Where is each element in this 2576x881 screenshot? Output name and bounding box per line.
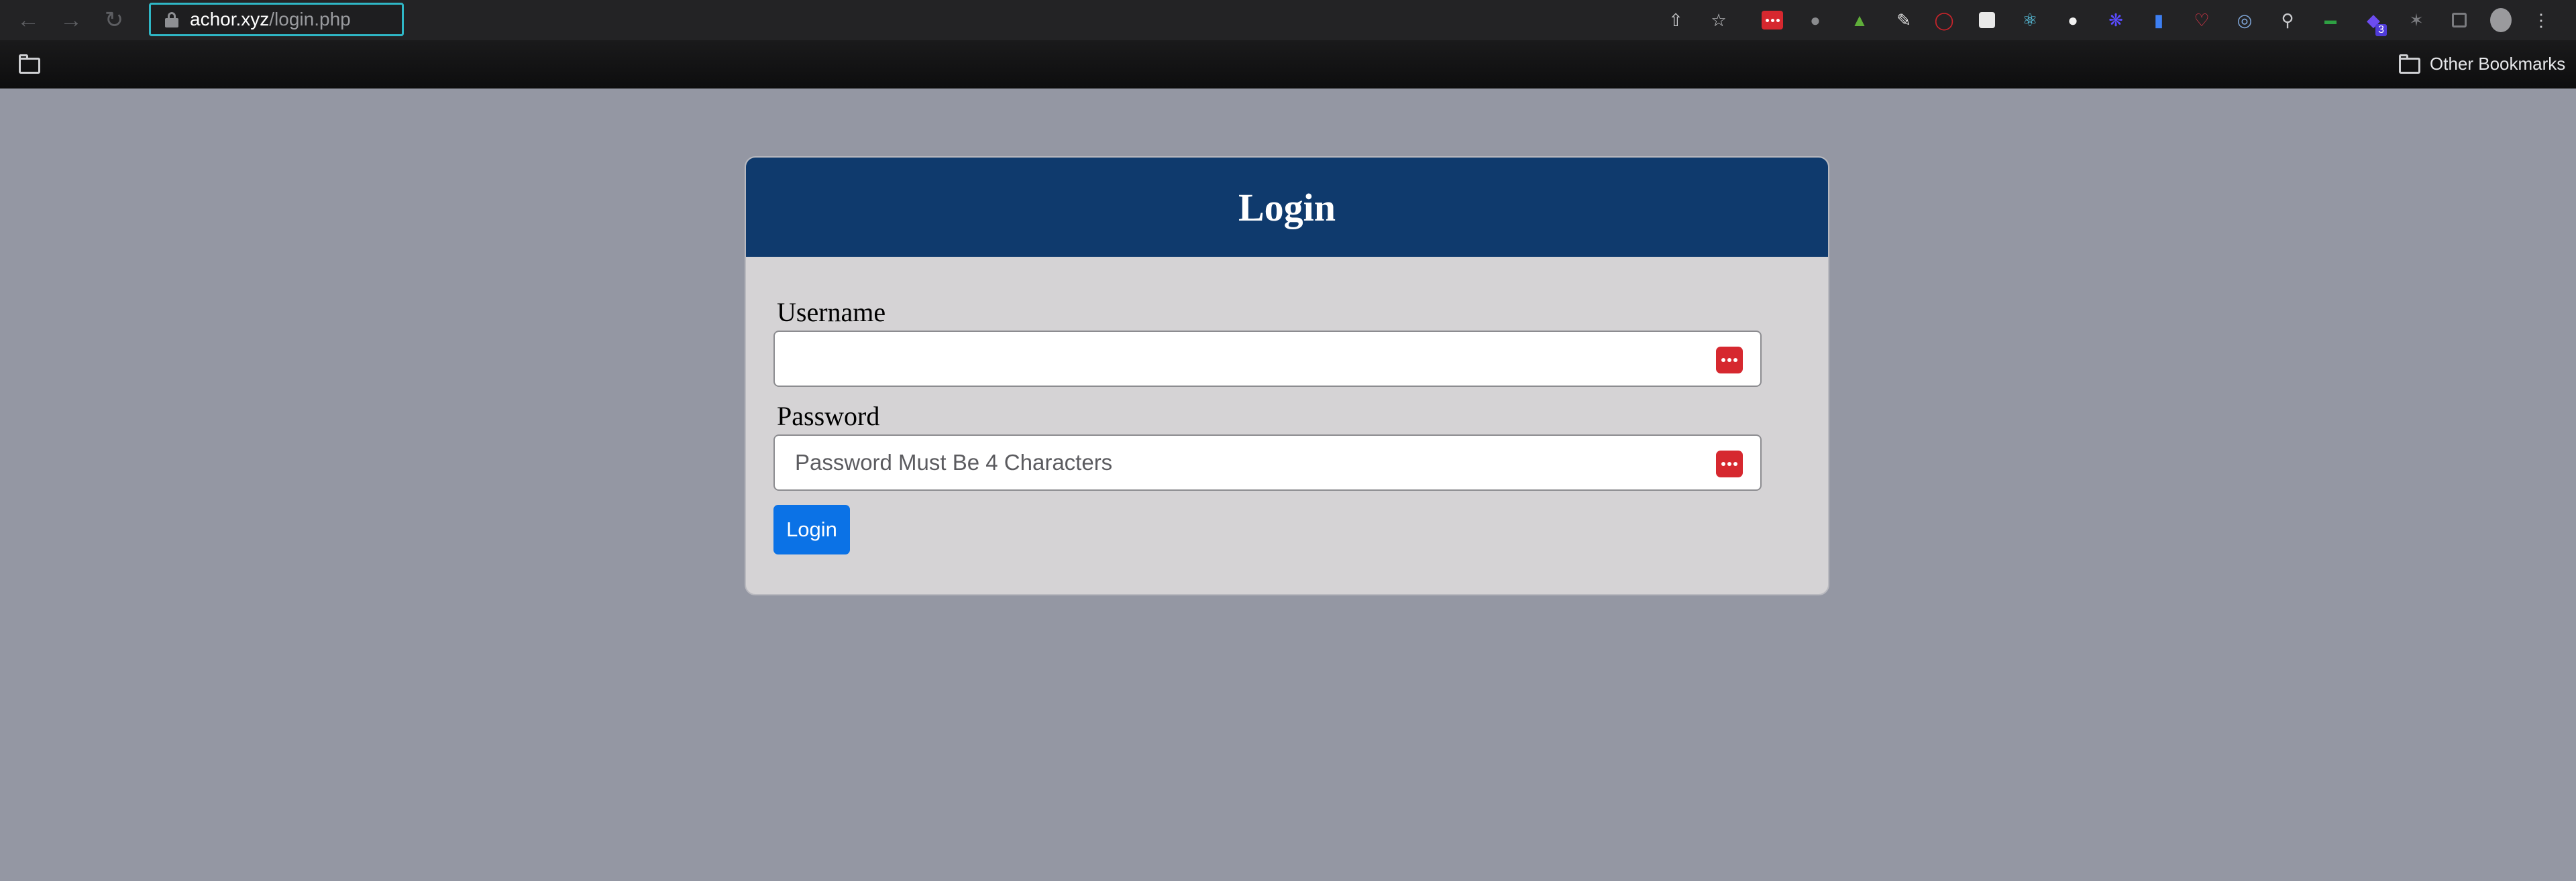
browser-toolbar: ← → ↻ achor.xyz/login.php ⇧ ☆ ● ▲ ✎ ◯ ⚛ … [0, 0, 2576, 40]
other-bookmarks-link[interactable]: Other Bookmarks [2430, 54, 2565, 74]
side-panel-icon[interactable] [2449, 9, 2470, 31]
back-arrow-icon[interactable]: ← [13, 5, 43, 35]
login-title: Login [1238, 185, 1336, 229]
ring-extension-icon[interactable]: ◎ [2234, 9, 2255, 31]
username-field [773, 331, 1762, 387]
folder-icon [2399, 54, 2420, 74]
burst-extension-icon[interactable]: ❋ [2105, 9, 2127, 31]
address-bar[interactable]: achor.xyz/login.php [149, 3, 404, 36]
pocket-icon[interactable]: ♡ [2191, 9, 2212, 31]
lock-icon[interactable] [163, 11, 180, 28]
url-path: /login.php [269, 9, 351, 30]
password-manager-icon[interactable] [1716, 451, 1743, 477]
tree-extension-icon[interactable]: ▲ [1849, 9, 1870, 31]
bookmarks-bar [0, 40, 2576, 89]
login-card: Login Username Password Login [745, 156, 1829, 595]
puzzle-extensions-icon[interactable]: ✶ [2406, 9, 2427, 31]
extension-badge: 3 [2375, 24, 2387, 36]
password-label: Password [777, 401, 880, 431]
more-menu-icon[interactable]: ⋮ [2530, 9, 2552, 31]
circle-extension-icon[interactable]: ● [2062, 9, 2084, 31]
search-extension-icon[interactable]: ⚲ [2277, 9, 2298, 31]
login-button[interactable]: Login [773, 505, 850, 554]
share-icon[interactable]: ⇧ [1665, 9, 1686, 31]
profile-avatar-icon[interactable] [2490, 8, 2512, 32]
username-input[interactable] [775, 332, 1760, 386]
green-extension-icon[interactable]: ▬ [2320, 9, 2341, 31]
trello-extension-icon[interactable] [1976, 9, 1998, 31]
password-manager-extension-icon[interactable] [1762, 9, 1783, 31]
username-label: Username [777, 297, 886, 327]
forward-arrow-icon[interactable]: → [56, 5, 86, 35]
bookmark-star-icon[interactable]: ☆ [1708, 9, 1729, 31]
password-field [773, 434, 1762, 491]
pen-extension-icon[interactable]: ✎ [1893, 9, 1915, 31]
folder-icon[interactable] [19, 54, 40, 74]
react-devtools-icon[interactable]: ⚛ [2019, 9, 2041, 31]
ublock-icon[interactable]: ◯ [1933, 9, 1955, 31]
password-manager-icon[interactable] [1716, 347, 1743, 373]
document-extension-icon[interactable]: ▮ [2148, 9, 2169, 31]
login-card-header: Login [746, 158, 1828, 257]
url-host: achor.xyz [190, 9, 270, 30]
bottle-extension-icon[interactable]: ● [1805, 9, 1826, 31]
badge-extension-icon[interactable]: ◆ 3 [2363, 9, 2387, 36]
reload-icon[interactable]: ↻ [99, 5, 129, 35]
password-input[interactable] [775, 436, 1760, 489]
